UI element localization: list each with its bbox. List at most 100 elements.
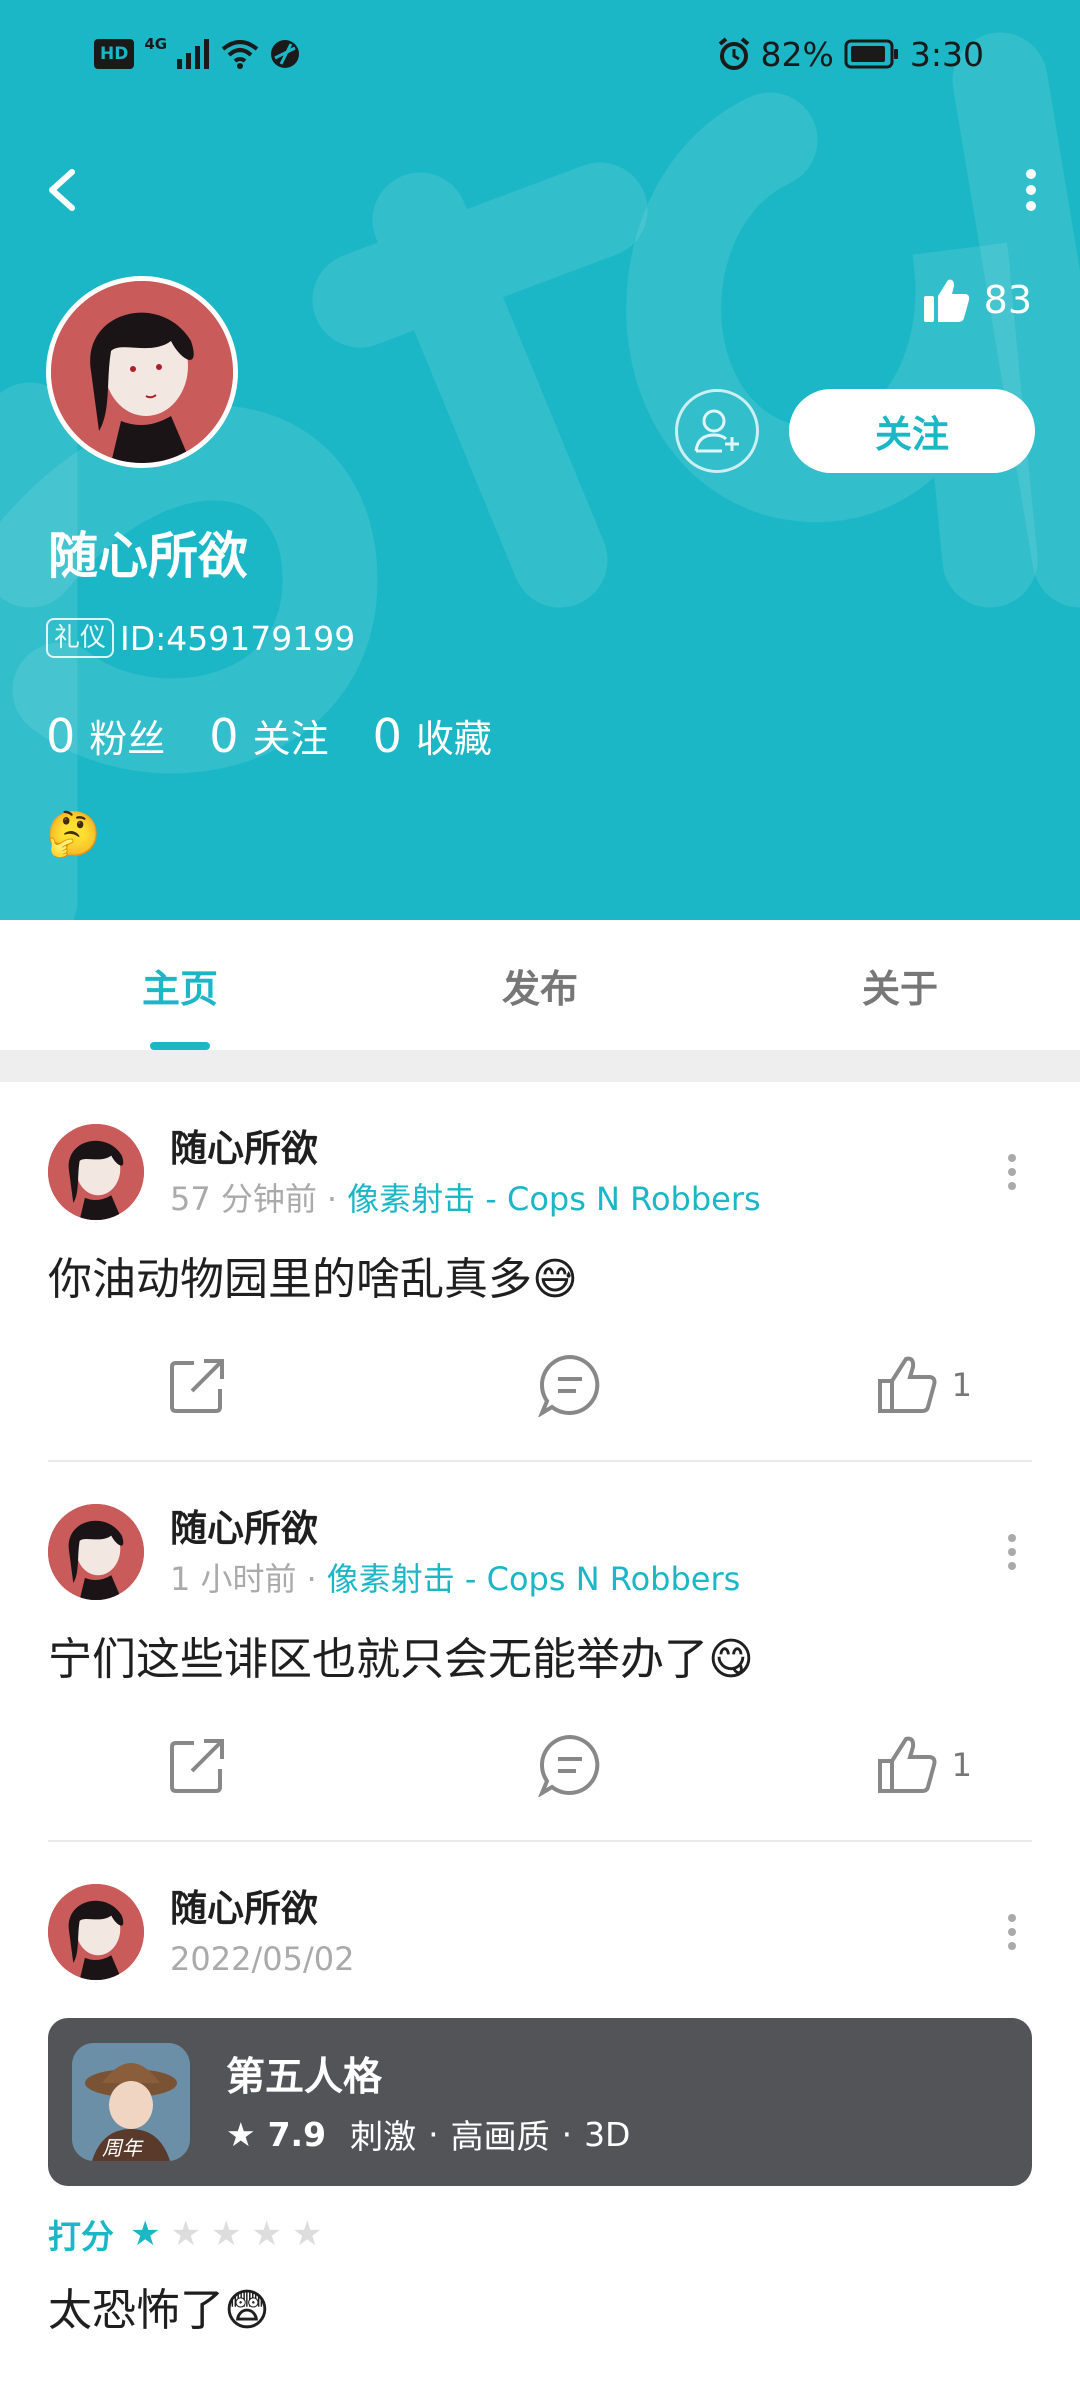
tab-posts[interactable]: 发布 bbox=[360, 920, 720, 1050]
game-card[interactable]: 周年 第五人格 ★ 7.9 刺激 · 高画质 · 3D bbox=[48, 2018, 1032, 2186]
post-game-link[interactable]: 像素射击 - Cops N Robbers bbox=[347, 1180, 761, 1218]
comment-icon bbox=[538, 1734, 600, 1797]
separator-dot: · bbox=[326, 1180, 338, 1218]
post-content: 宁们这些诽区也就只会无能举办了😋 bbox=[48, 1634, 754, 1685]
network-type: 4G bbox=[144, 35, 168, 53]
post-meta: 随心所欲 57 分钟前 · 像素射击 - Cops N Robbers bbox=[170, 1124, 992, 1224]
alarm-icon bbox=[718, 37, 749, 70]
avatar-image bbox=[48, 1124, 144, 1220]
share-icon bbox=[170, 1739, 224, 1793]
section-divider bbox=[0, 1050, 1080, 1082]
signal-icon bbox=[177, 39, 210, 69]
stat-number: 0 bbox=[209, 709, 239, 763]
post-author[interactable]: 随心所欲 bbox=[170, 1504, 992, 1554]
tab-home[interactable]: 主页 bbox=[0, 920, 360, 1050]
thumbs-up-icon bbox=[877, 1736, 937, 1793]
stat-favorites[interactable]: 0 收藏 bbox=[373, 708, 492, 763]
add-friend-button[interactable] bbox=[675, 389, 759, 473]
post-time: 2022/05/02 bbox=[170, 1940, 355, 1978]
chevron-left-icon bbox=[49, 169, 75, 211]
post-more-button[interactable] bbox=[992, 1512, 1032, 1592]
profile-stats: 0 粉丝 0 关注 0 收藏 bbox=[46, 708, 492, 763]
battery-percent: 82% bbox=[760, 34, 834, 74]
stat-label: 收藏 bbox=[415, 717, 492, 761]
status-bar: HD 4G 82% 3:30 bbox=[0, 0, 1080, 110]
more-vertical-icon bbox=[1008, 1534, 1016, 1570]
avatar-image bbox=[48, 1504, 144, 1600]
post-more-button[interactable] bbox=[992, 1892, 1032, 1972]
game-info: 第五人格 ★ 7.9 刺激 · 高画质 · 3D bbox=[226, 2046, 630, 2158]
post-subline: 1 小时前 · 像素射击 - Cops N Robbers bbox=[170, 1554, 992, 1604]
game-tag: 高画质 bbox=[450, 2117, 550, 2156]
comment-button[interactable] bbox=[436, 1733, 704, 1797]
stat-label: 关注 bbox=[252, 717, 329, 761]
post-author[interactable]: 随心所欲 bbox=[170, 1124, 992, 1174]
avatar[interactable] bbox=[48, 1884, 144, 1980]
post-time: 57 分钟前 bbox=[170, 1180, 317, 1218]
back-button[interactable] bbox=[36, 150, 96, 230]
stat-following[interactable]: 0 关注 bbox=[209, 708, 328, 763]
comment-button[interactable] bbox=[436, 1353, 704, 1417]
share-icon bbox=[170, 1359, 224, 1413]
follow-button[interactable]: 关注 bbox=[789, 389, 1035, 473]
share-button[interactable] bbox=[48, 1735, 436, 1795]
battery-icon bbox=[844, 39, 898, 69]
post-header: 随心所欲 1 小时前 · 像素射击 - Cops N Robbers bbox=[48, 1504, 1032, 1604]
stat-followers[interactable]: 0 粉丝 bbox=[46, 708, 165, 763]
more-vertical-icon bbox=[1026, 169, 1036, 211]
vpn-icon bbox=[271, 40, 300, 68]
share-button[interactable] bbox=[48, 1355, 436, 1415]
game-tags: ★ 7.9 刺激 · 高画质 · 3D bbox=[226, 2110, 630, 2158]
profile-id-row: 礼仪 ID:459179199 bbox=[46, 618, 355, 658]
add-user-icon bbox=[694, 409, 739, 453]
thumbs-up-icon bbox=[877, 1356, 937, 1413]
post-item[interactable]: 随心所欲 57 分钟前 · 像素射击 - Cops N Robbers 你油动物园里… bbox=[0, 1082, 1080, 1462]
game-icon-image: 周年 bbox=[72, 2043, 190, 2161]
more-options-button[interactable] bbox=[1006, 150, 1056, 230]
stat-number: 0 bbox=[372, 709, 402, 763]
avatar[interactable] bbox=[48, 1124, 144, 1220]
game-name: 第五人格 bbox=[226, 2055, 383, 2100]
like-button[interactable]: 1 bbox=[704, 1735, 1032, 1795]
post-content: 太恐怖了😨 bbox=[48, 2285, 270, 2336]
stat-number: 0 bbox=[46, 709, 76, 763]
likes-count: 83 bbox=[983, 278, 1032, 322]
post-more-button[interactable] bbox=[992, 1132, 1032, 1212]
post-item[interactable]: 随心所欲 2022/05/02 周年 第五人格 ★ 7.9 刺激 · 高画质 ·… bbox=[0, 1842, 1080, 2338]
avatar-image bbox=[51, 281, 233, 463]
stat-label: 粉丝 bbox=[89, 717, 166, 761]
post-author[interactable]: 随心所欲 bbox=[170, 1884, 992, 1934]
post-game-link[interactable]: 像素射击 - Cops N Robbers bbox=[327, 1560, 741, 1598]
game-icon: 周年 bbox=[72, 2043, 190, 2161]
more-vertical-icon bbox=[1008, 1154, 1016, 1190]
post-header: 随心所欲 57 分钟前 · 像素射击 - Cops N Robbers bbox=[48, 1124, 1032, 1224]
thumbs-up-icon bbox=[923, 279, 969, 322]
profile-tabs: 主页 发布 关于 bbox=[0, 920, 1080, 1050]
profile-avatar[interactable] bbox=[46, 276, 238, 468]
profile-header: HD 4G 82% 3:30 83 关注 随心所欲 礼仪 ID:45917919… bbox=[0, 0, 1080, 920]
post-time: 1 小时前 bbox=[170, 1560, 297, 1598]
avatar[interactable] bbox=[48, 1504, 144, 1600]
profile-id: ID:459179199 bbox=[120, 618, 356, 658]
tab-about[interactable]: 关于 bbox=[720, 920, 1080, 1050]
game-icon-badge: 周年 bbox=[102, 2136, 144, 2160]
badge-tag[interactable]: 礼仪 bbox=[46, 618, 115, 658]
post-subline: 2022/05/02 bbox=[170, 1934, 992, 1984]
star-icon: ★ bbox=[291, 2214, 323, 2254]
avatar-image bbox=[48, 1884, 144, 1980]
comment-icon bbox=[538, 1354, 600, 1417]
post-item[interactable]: 随心所欲 1 小时前 · 像素射击 - Cops N Robbers 宁们这些诽区也… bbox=[0, 1462, 1080, 1842]
post-header: 随心所欲 2022/05/02 bbox=[48, 1884, 1032, 1984]
post-subline: 57 分钟前 · 像素射击 - Cops N Robbers bbox=[170, 1174, 992, 1224]
star-icon: ★ bbox=[251, 2214, 282, 2254]
like-count: 1 bbox=[951, 1746, 972, 1784]
post-feed: 随心所欲 57 分钟前 · 像素射击 - Cops N Robbers 你油动物园里… bbox=[0, 1082, 1080, 2338]
profile-name: 随心所欲 bbox=[48, 527, 248, 585]
star-icon: ★ bbox=[130, 2214, 161, 2254]
separator-dot: · bbox=[561, 2114, 573, 2154]
like-button[interactable]: 1 bbox=[704, 1355, 1032, 1415]
star-icon: ★ bbox=[226, 2114, 256, 2154]
wifi-icon bbox=[221, 40, 259, 69]
separator-dot: · bbox=[306, 1560, 317, 1598]
post-actions: 1 bbox=[48, 1690, 1032, 1840]
